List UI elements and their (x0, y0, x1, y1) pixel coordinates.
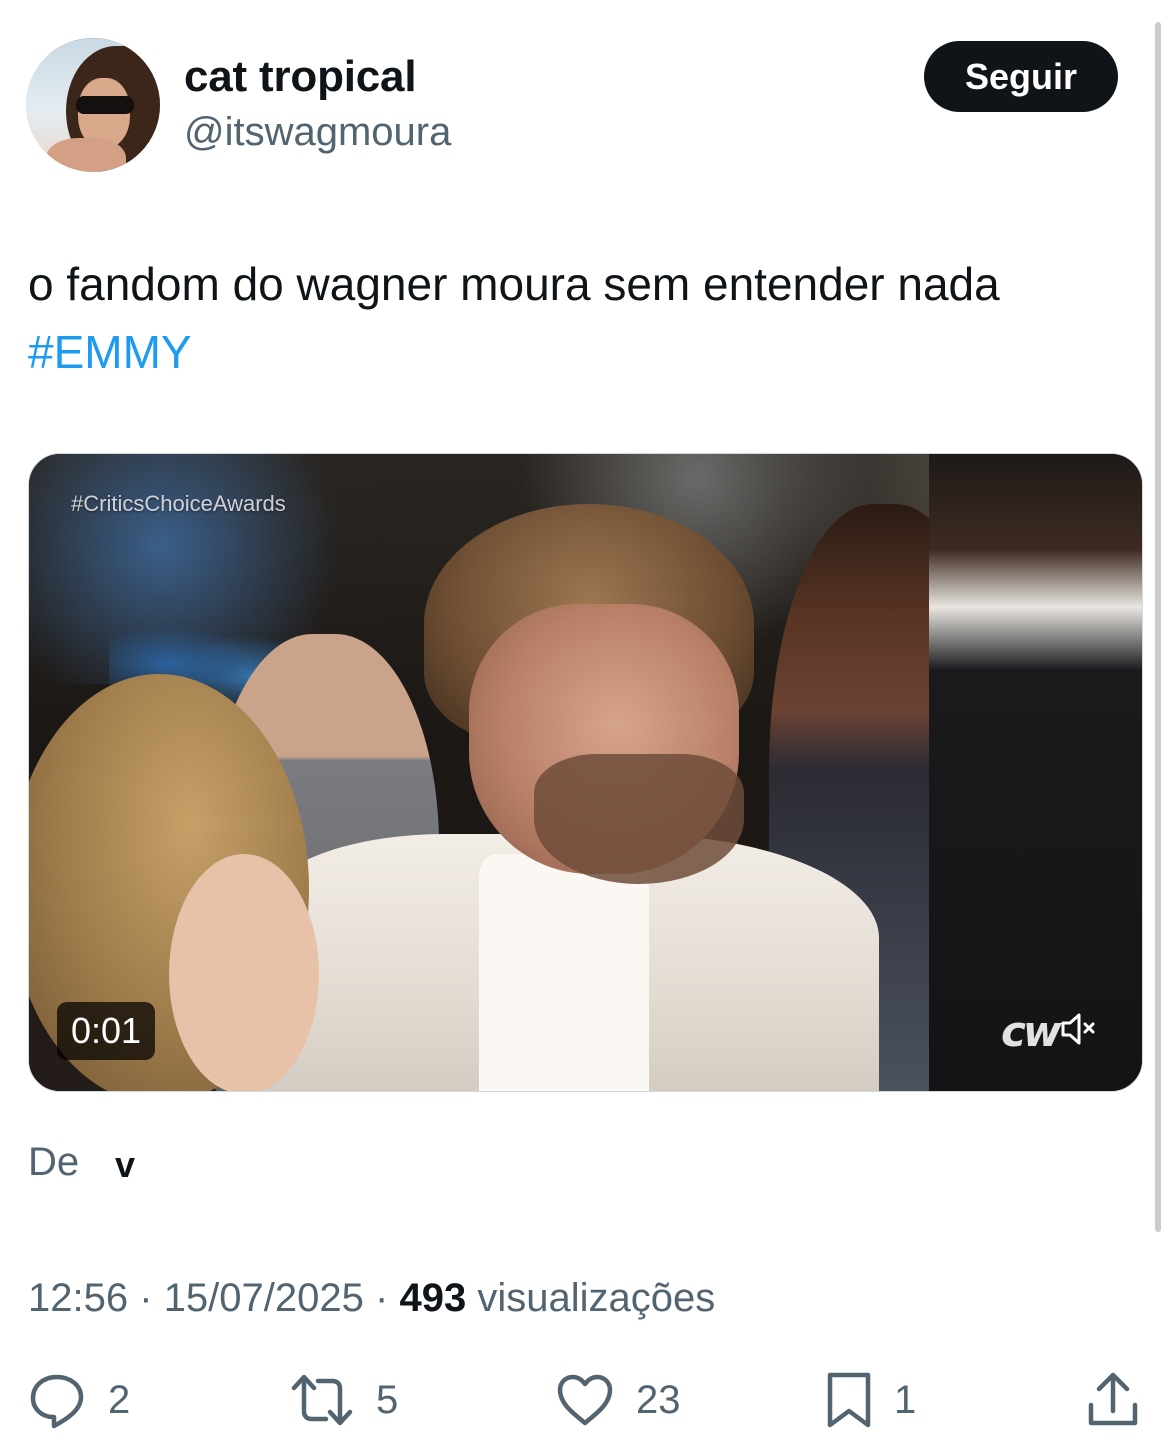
scrollbar[interactable] (1155, 22, 1161, 1232)
video-player[interactable]: #CriticsChoiceAwards 0:01 cw (28, 453, 1143, 1092)
view-count: 493 (399, 1276, 467, 1320)
reply-button[interactable]: 2 (28, 1370, 130, 1430)
channel-logo: cw (1001, 1007, 1062, 1056)
share-icon (1088, 1372, 1138, 1426)
video-watermark: #CriticsChoiceAwards (71, 491, 286, 516)
tweet-date[interactable]: 15/07/2025 (164, 1276, 364, 1320)
reply-icon (30, 1374, 84, 1429)
mute-button[interactable] (1059, 1009, 1099, 1049)
source-user-link[interactable]: v (115, 1144, 135, 1186)
display-name[interactable]: cat tropical (184, 52, 417, 102)
like-button[interactable]: 23 (556, 1370, 681, 1430)
user-handle[interactable]: @itswagmoura (184, 110, 451, 155)
like-count: 23 (636, 1377, 681, 1422)
bookmark-icon (827, 1372, 871, 1428)
tweet-meta: 12:56 · 15/07/2025 · 493 visualizações (28, 1276, 716, 1320)
source-label: De (28, 1140, 80, 1184)
follow-button[interactable]: Seguir (924, 41, 1118, 112)
tweet-time[interactable]: 12:56 (28, 1276, 128, 1320)
avatar[interactable] (26, 38, 160, 172)
speaker-muted-icon (1061, 1013, 1095, 1045)
video-timestamp: 0:01 (57, 1002, 156, 1060)
hashtag-link[interactable]: #EMMY (28, 326, 192, 378)
tweet-text: o fandom do wagner moura sem entender na… (28, 250, 1138, 386)
bookmark-button[interactable]: 1 (826, 1370, 916, 1430)
reply-count: 2 (108, 1377, 131, 1422)
repost-button[interactable]: 5 (290, 1370, 398, 1430)
views-label: visualizações (477, 1276, 716, 1320)
repost-icon (291, 1374, 353, 1426)
bookmark-count: 1 (894, 1377, 917, 1422)
repost-count: 5 (376, 1377, 399, 1422)
tweet-body: o fandom do wagner moura sem entender na… (28, 258, 1000, 310)
heart-icon (557, 1374, 613, 1426)
share-button[interactable] (1086, 1370, 1140, 1430)
